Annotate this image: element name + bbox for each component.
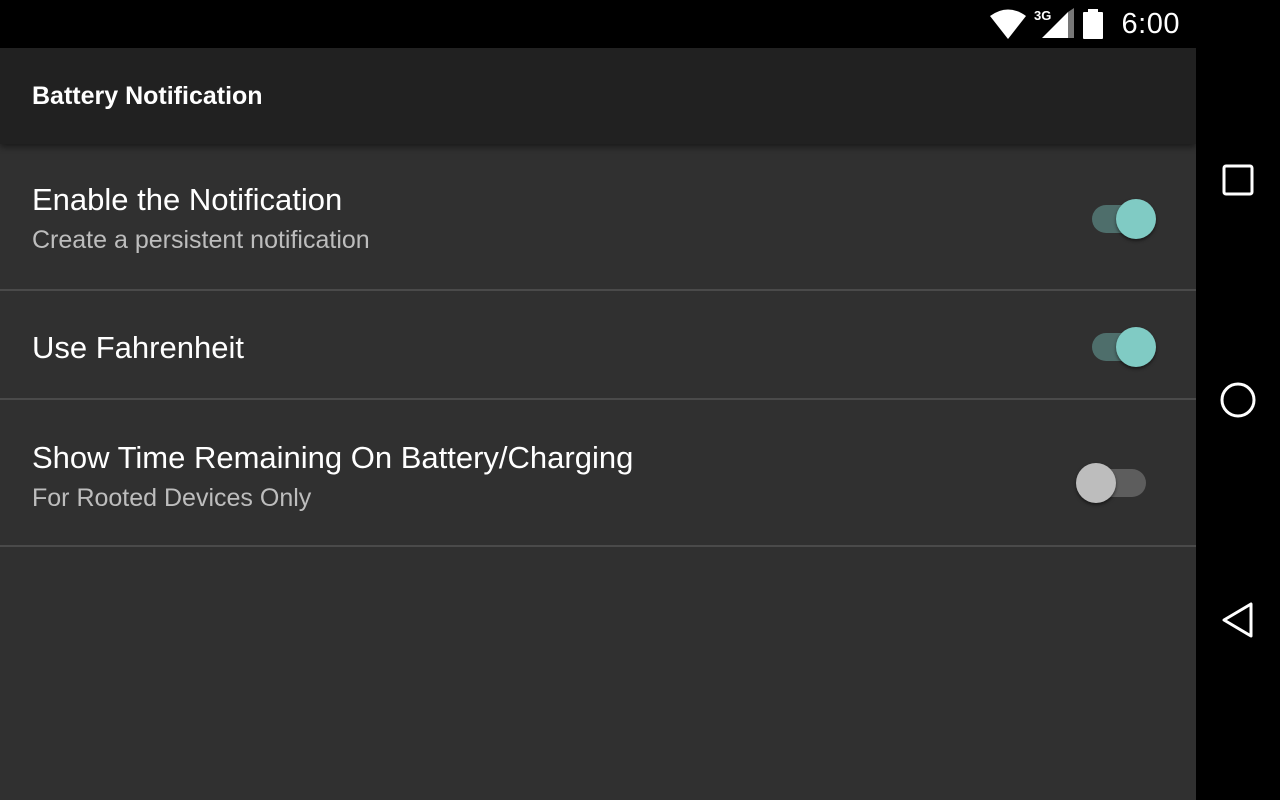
pref-title: Use Fahrenheit — [32, 330, 244, 365]
pref-title: Show Time Remaining On Battery/Charging — [32, 440, 634, 475]
status-icons: 3G 6:00 — [989, 0, 1180, 48]
home-icon — [1220, 382, 1256, 418]
cellular-signal-icon: 3G — [1034, 8, 1074, 38]
settings-screen: Battery Notification Enable the Notifica… — [0, 48, 1196, 800]
pref-enable-notification[interactable]: Enable the Notification Create a persist… — [0, 144, 1196, 291]
home-button[interactable] — [1212, 374, 1264, 426]
pref-summary: For Rooted Devices Only — [32, 484, 312, 512]
pref-summary: Create a persistent notification — [32, 226, 370, 254]
wifi-icon — [989, 9, 1026, 39]
battery-icon — [1082, 9, 1103, 39]
status-bar: 3G 6:00 — [0, 0, 1196, 48]
switch-thumb — [1116, 327, 1156, 367]
pref-show-time-remaining[interactable]: Show Time Remaining On Battery/Charging … — [0, 400, 1196, 547]
recents-button[interactable] — [1212, 154, 1264, 206]
navigation-bar — [1196, 0, 1280, 800]
status-time: 6:00 — [1121, 7, 1180, 40]
enable-notification-switch[interactable] — [1080, 192, 1160, 239]
device-screen: 3G 6:00 Battery Notification Enable the … — [0, 0, 1280, 800]
switch-thumb — [1076, 463, 1116, 503]
pref-use-fahrenheit[interactable]: Use Fahrenheit — [0, 291, 1196, 400]
back-icon — [1222, 602, 1253, 638]
network-type-label: 3G — [1034, 8, 1051, 23]
back-button[interactable] — [1212, 594, 1264, 646]
recents-icon — [1222, 164, 1254, 196]
toolbar: Battery Notification — [0, 48, 1196, 144]
use-fahrenheit-switch[interactable] — [1080, 320, 1160, 367]
page-title: Battery Notification — [32, 82, 263, 110]
switch-thumb — [1116, 199, 1156, 239]
show-time-remaining-switch[interactable] — [1076, 456, 1160, 503]
pref-title: Enable the Notification — [32, 182, 343, 217]
